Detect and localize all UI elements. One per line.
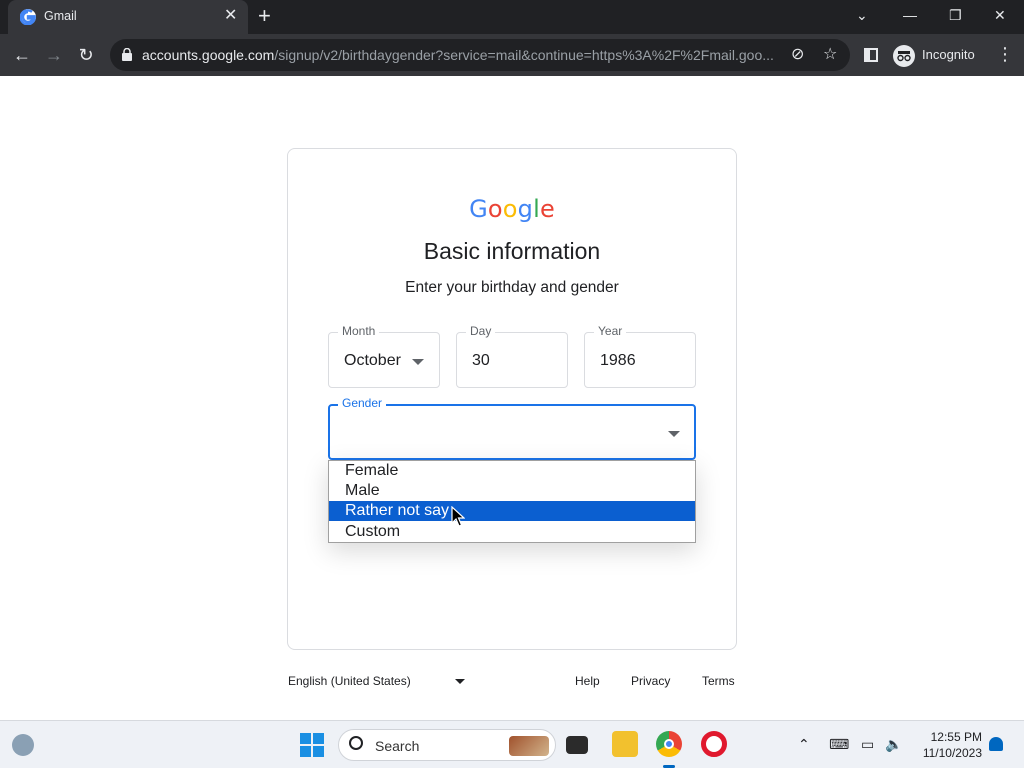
new-tab-icon[interactable]: +	[258, 4, 271, 28]
volume-icon[interactable]: 🔈	[885, 735, 902, 753]
search-highlight-image	[509, 736, 549, 756]
gender-option-female[interactable]: Female	[329, 461, 695, 481]
logo-letter: l	[533, 195, 540, 223]
gender-select[interactable]: Gender	[328, 396, 696, 460]
logo-letter: o	[502, 195, 518, 223]
restore-icon[interactable]: ❐	[949, 5, 962, 25]
month-label: Month	[338, 324, 380, 338]
lock-icon	[122, 48, 132, 61]
minimize-icon[interactable]: —	[903, 5, 917, 25]
system-clock[interactable]: 12:55 PM 11/10/2023	[918, 729, 982, 761]
weather-icon[interactable]	[12, 734, 34, 756]
taskbar-search[interactable]: Search	[338, 729, 556, 761]
network-icon[interactable]: ▭	[861, 735, 874, 753]
taskbar: Search ⌃ ⌨ ▭ 🔈 12:55 PM 11/10/2023	[0, 720, 1024, 768]
eye-off-icon[interactable]: ⊘	[791, 45, 804, 65]
google-logo: Google	[288, 195, 736, 224]
url-text: accounts.google.com/signup/v2/birthdayge…	[142, 47, 774, 63]
back-icon[interactable]: ←	[10, 43, 34, 67]
keyboard-icon[interactable]: ⌨	[829, 735, 849, 753]
tab-search-chevron-icon[interactable]: ⌄	[856, 5, 868, 25]
side-panel-icon[interactable]	[864, 48, 878, 62]
clock-time: 12:55 PM	[930, 730, 982, 744]
mouse-cursor-icon	[451, 506, 465, 527]
gender-dropdown-list: Female Male Rather not say Custom	[328, 460, 696, 543]
incognito-icon[interactable]	[893, 45, 915, 67]
gender-label: Gender	[338, 396, 387, 410]
month-value: October	[344, 352, 401, 369]
address-bar[interactable]: accounts.google.com/signup/v2/birthdayge…	[110, 39, 850, 71]
opera-icon[interactable]	[701, 731, 727, 757]
windows-start-icon[interactable]	[300, 733, 324, 757]
privacy-link[interactable]: Privacy	[631, 674, 670, 688]
file-explorer-icon[interactable]	[612, 731, 638, 757]
page-subtitle: Enter your birthday and gender	[405, 279, 619, 296]
year-label: Year	[594, 324, 627, 338]
browser-toolbar: ← → ↻ accounts.google.com/signup/v2/birt…	[0, 34, 1024, 76]
chevron-down-icon	[412, 359, 424, 365]
gender-option-rather-not-say[interactable]: Rather not say	[329, 501, 695, 521]
year-value: 1986	[600, 352, 636, 369]
month-select[interactable]: Month October	[328, 324, 440, 388]
chevron-up-icon[interactable]: ⌃	[798, 735, 810, 753]
reload-icon[interactable]: ↻	[74, 43, 98, 67]
clock-date: 11/10/2023	[922, 746, 982, 760]
forward-icon[interactable]: →	[42, 43, 66, 67]
chevron-down-icon	[668, 431, 680, 437]
terms-link[interactable]: Terms	[702, 674, 735, 688]
gender-option-male[interactable]: Male	[329, 481, 695, 501]
tab-title: Gmail	[44, 9, 77, 23]
help-link[interactable]: Help	[575, 674, 600, 688]
google-favicon-icon	[19, 9, 36, 26]
search-icon	[349, 736, 363, 750]
logo-letter: o	[487, 195, 503, 223]
day-value: 30	[472, 352, 490, 369]
language-select[interactable]: English (United States)	[288, 674, 411, 688]
year-field[interactable]: Year 1986	[584, 324, 696, 388]
close-window-icon[interactable]: ✕	[994, 5, 1006, 25]
tab-gmail[interactable]: Gmail ✕	[8, 0, 248, 34]
day-label: Day	[466, 324, 496, 338]
day-field[interactable]: Day 30	[456, 324, 568, 388]
gender-option-custom[interactable]: Custom	[329, 522, 695, 542]
chrome-icon[interactable]	[656, 731, 682, 757]
bookmark-star-icon[interactable]: ☆	[823, 45, 837, 65]
incognito-label[interactable]: Incognito	[922, 47, 975, 62]
logo-letter: G	[469, 195, 488, 223]
task-view-icon[interactable]	[566, 736, 588, 754]
logo-letter: g	[517, 195, 534, 223]
close-tab-icon[interactable]: ✕	[224, 7, 237, 25]
chevron-down-icon[interactable]	[455, 679, 465, 684]
logo-letter: e	[539, 195, 555, 223]
menu-kebab-icon[interactable]: ⋮	[996, 44, 1014, 64]
page-title: Basic information	[423, 238, 601, 264]
search-placeholder: Search	[375, 738, 420, 754]
notification-bell-icon[interactable]	[989, 737, 1003, 751]
tab-strip: Gmail ✕ + ⌄ — ❐ ✕	[0, 0, 1024, 34]
